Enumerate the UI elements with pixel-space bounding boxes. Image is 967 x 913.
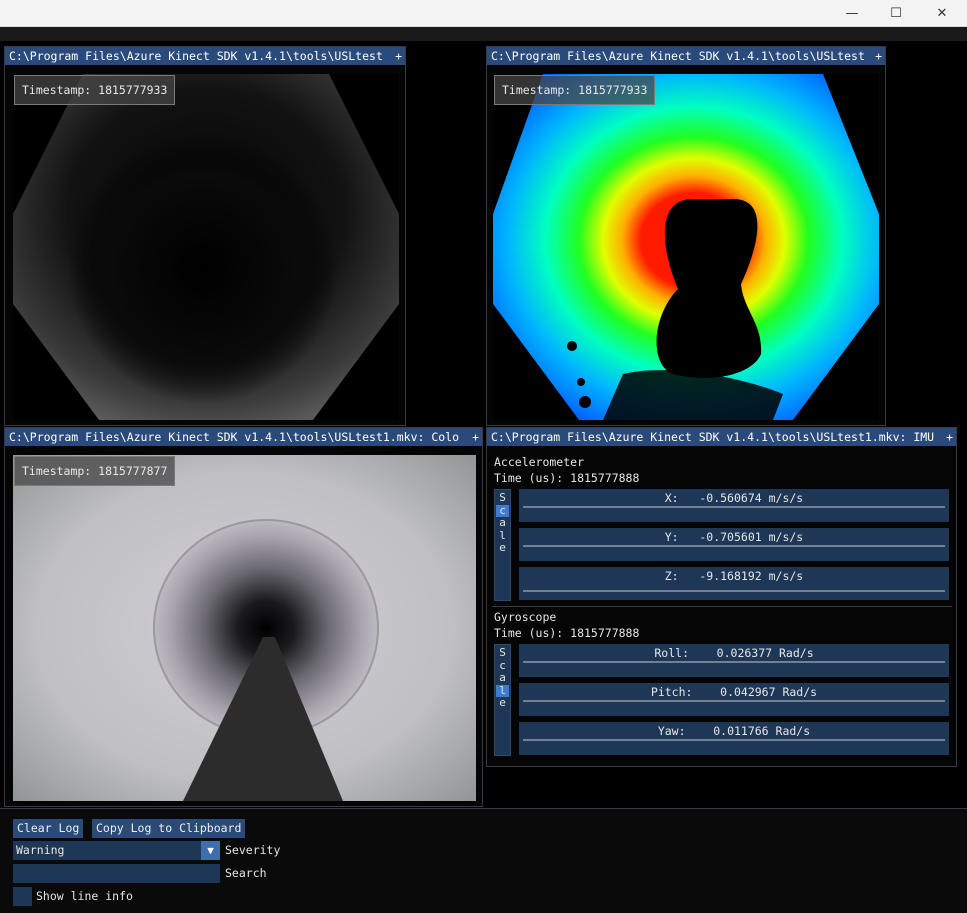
- minimize-icon[interactable]: —: [829, 0, 875, 27]
- severity-label: Severity: [225, 843, 281, 857]
- close-icon[interactable]: ✕: [919, 0, 965, 27]
- depth-camera-window[interactable]: C:\Program Files\Azure Kinect SDK v1.4.1…: [486, 46, 886, 426]
- accelerometer-scale-letter: a: [499, 516, 506, 529]
- search-input[interactable]: [13, 864, 220, 883]
- gyroscope-scale-letter: S: [499, 646, 506, 659]
- ir-timestamp: Timestamp: 1815777933: [14, 75, 176, 105]
- imu-window[interactable]: C:\Program Files\Azure Kinect SDK v1.4.1…: [486, 427, 957, 767]
- main-menu-bar: [0, 27, 967, 41]
- color-window-close-icon[interactable]: +: [472, 428, 479, 446]
- color-window-title[interactable]: C:\Program Files\Azure Kinect SDK v1.4.1…: [5, 428, 482, 446]
- gyroscope-heading: Gyroscope: [494, 610, 557, 624]
- gyroscope-scale-slider[interactable]: Scale: [494, 644, 511, 756]
- accelerometer-y-line: [523, 545, 945, 547]
- depth-timestamp: Timestamp: 1815777933: [494, 75, 656, 105]
- depth-image: Timestamp: 1815777933: [493, 74, 879, 420]
- clear-log-button[interactable]: Clear Log: [13, 819, 84, 838]
- maximize-icon[interactable]: ☐: [873, 0, 919, 27]
- accelerometer-scale-letter: S: [499, 491, 506, 504]
- depth-window-close-icon[interactable]: +: [875, 47, 882, 65]
- ir-window-title-text: C:\Program Files\Azure Kinect SDK v1.4.1…: [9, 49, 383, 63]
- gyroscope-time: Time (us): 1815777888: [494, 626, 640, 640]
- accelerometer-x-plot: X: -0.560674 m/s/s: [519, 489, 949, 522]
- accelerometer-time: Time (us): 1815777888: [494, 471, 640, 485]
- depth-frame-graphic: [493, 74, 879, 420]
- severity-value: Warning: [16, 843, 65, 857]
- accelerometer-heading: Accelerometer: [494, 455, 585, 469]
- accelerometer-y-plot: Y: -0.705601 m/s/s: [519, 528, 949, 561]
- gyroscope-yaw-plot: Yaw: 0.011766 Rad/s: [519, 722, 949, 755]
- color-window-title-text: C:\Program Files\Azure Kinect SDK v1.4.1…: [9, 430, 460, 444]
- search-label: Search: [225, 866, 267, 880]
- gyroscope-pitch-line: [523, 700, 945, 702]
- copy-log-button[interactable]: Copy Log to Clipboard: [92, 819, 246, 838]
- severity-dropdown[interactable]: Warning ▼: [13, 841, 220, 860]
- gyroscope-yaw-line: [523, 739, 945, 741]
- accelerometer-scale-letter: e: [499, 541, 506, 554]
- imu-window-title[interactable]: C:\Program Files\Azure Kinect SDK v1.4.1…: [487, 428, 956, 446]
- color-camera-window[interactable]: C:\Program Files\Azure Kinect SDK v1.4.1…: [4, 427, 483, 807]
- chevron-down-icon[interactable]: ▼: [201, 841, 220, 860]
- ir-window-close-icon[interactable]: +: [395, 47, 402, 65]
- depth-window-title[interactable]: C:\Program Files\Azure Kinect SDK v1.4.1…: [487, 47, 885, 65]
- os-title-bar: — ☐ ✕: [0, 0, 967, 27]
- log-panel: Clear Log Copy Log to Clipboard Warning …: [0, 808, 967, 913]
- show-line-info-checkbox[interactable]: [13, 887, 32, 906]
- show-line-info-label: Show line info: [36, 889, 133, 903]
- gyroscope-scale-letter: e: [499, 696, 506, 709]
- ir-camera-window[interactable]: C:\Program Files\Azure Kinect SDK v1.4.1…: [4, 46, 406, 426]
- depth-window-title-text: C:\Program Files\Azure Kinect SDK v1.4.1…: [491, 49, 865, 63]
- ir-image: Timestamp: 1815777933: [13, 74, 399, 420]
- color-frame-graphic: [13, 455, 476, 801]
- accelerometer-scale-slider[interactable]: Scale: [494, 489, 511, 601]
- ir-frame-graphic: [13, 74, 399, 420]
- accelerometer-z-plot: Z: -9.168192 m/s/s: [519, 567, 949, 600]
- ir-window-title[interactable]: C:\Program Files\Azure Kinect SDK v1.4.1…: [5, 47, 405, 65]
- gyroscope-pitch-plot: Pitch: 0.042967 Rad/s: [519, 683, 949, 716]
- gyroscope-roll-line: [523, 661, 945, 663]
- gyroscope-roll-plot: Roll: 0.026377 Rad/s: [519, 644, 949, 677]
- color-timestamp: Timestamp: 1815777877: [14, 456, 176, 486]
- imu-window-title-text: C:\Program Files\Azure Kinect SDK v1.4.1…: [491, 430, 935, 444]
- color-image: Timestamp: 1815777877: [13, 455, 476, 801]
- accelerometer-x-line: [523, 506, 945, 508]
- imu-window-close-icon[interactable]: +: [946, 428, 953, 446]
- imu-section-divider: [492, 606, 952, 607]
- accelerometer-z-line: [523, 590, 945, 592]
- gyroscope-scale-letter: a: [499, 671, 506, 684]
